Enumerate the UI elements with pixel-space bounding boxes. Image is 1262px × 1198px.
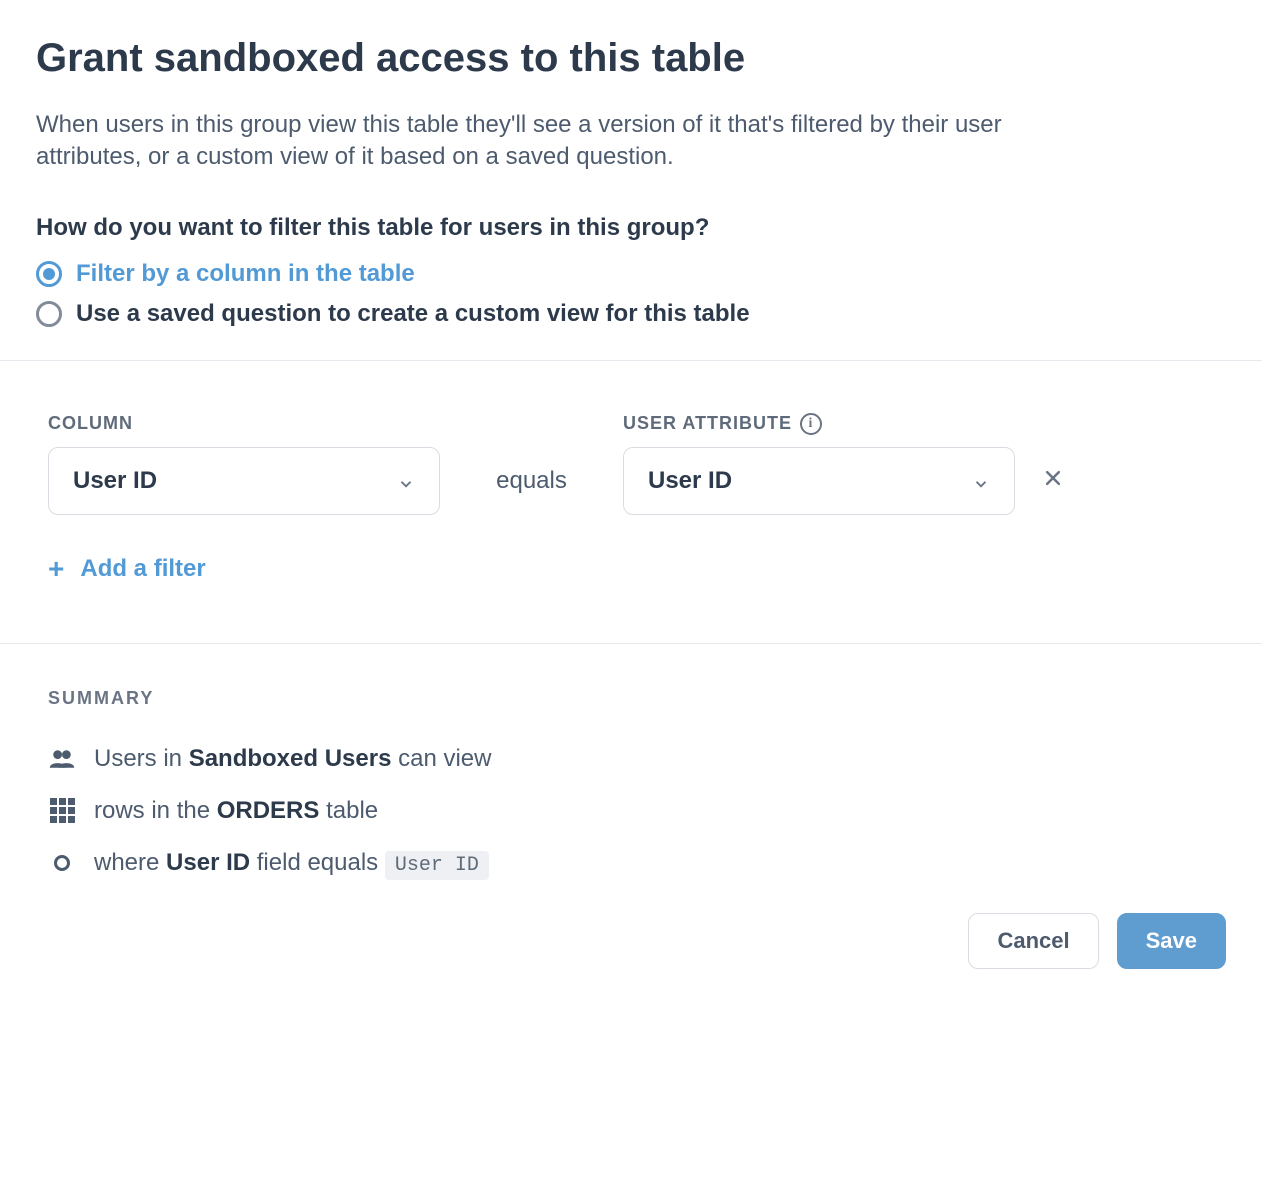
filter-question: How do you want to filter this table for… [36, 214, 1226, 242]
radio-filter-by-column[interactable]: Filter by a column in the table [36, 260, 1226, 288]
summary-line-where: where User ID field equals User ID [48, 849, 1214, 877]
user-attribute-select-value: User ID [648, 467, 732, 495]
add-filter-button[interactable]: + Add a filter [48, 555, 206, 583]
page-title: Grant sandboxed access to this table [36, 36, 1226, 81]
circle-icon [48, 849, 76, 877]
dialog-footer: Cancel Save [36, 913, 1226, 969]
chevron-down-icon [972, 472, 990, 490]
summary-group: Sandboxed Users [189, 745, 392, 772]
cancel-button[interactable]: Cancel [968, 913, 1098, 969]
radio-label: Filter by a column in the table [76, 260, 415, 288]
column-select-value: User ID [73, 467, 157, 495]
summary-text: can view [391, 745, 491, 772]
intro-text: When users in this group view this table… [36, 109, 1086, 174]
radio-label: Use a saved question to create a custom … [76, 300, 750, 328]
radio-unselected-icon [36, 301, 62, 327]
filter-mode-radio-group: Filter by a column in the table Use a sa… [36, 260, 1226, 328]
column-select[interactable]: User ID [48, 447, 440, 515]
user-attribute-header-label: USER ATTRIBUTE [623, 413, 792, 434]
plus-icon: + [48, 555, 64, 583]
summary-field: User ID [166, 849, 250, 876]
radio-use-saved-question[interactable]: Use a saved question to create a custom … [36, 300, 1226, 328]
people-icon [48, 745, 76, 773]
summary-title: SUMMARY [48, 688, 1214, 709]
summary-line-users: Users in Sandboxed Users can view [48, 745, 1214, 773]
save-button[interactable]: Save [1117, 913, 1226, 969]
summary-line-table: rows in the ORDERS table [48, 797, 1214, 825]
summary-attr-chip: User ID [385, 851, 489, 880]
remove-filter-button[interactable] [1015, 467, 1063, 495]
radio-selected-icon [36, 261, 62, 287]
summary-text: rows in the [94, 797, 217, 824]
column-header-label: COLUMN [48, 413, 440, 434]
add-filter-label: Add a filter [80, 555, 205, 583]
summary-text: field equals [250, 849, 385, 876]
chevron-down-icon [397, 472, 415, 490]
summary-text: where [94, 849, 166, 876]
info-icon[interactable]: i [800, 413, 822, 435]
filter-row: User ID equals User ID [48, 447, 1214, 515]
summary-table: ORDERS [217, 797, 320, 824]
user-attribute-select[interactable]: User ID [623, 447, 1015, 515]
summary-text: Users in [94, 745, 189, 772]
grid-icon [48, 797, 76, 825]
summary-text: table [319, 797, 378, 824]
filter-operator: equals [440, 467, 623, 495]
